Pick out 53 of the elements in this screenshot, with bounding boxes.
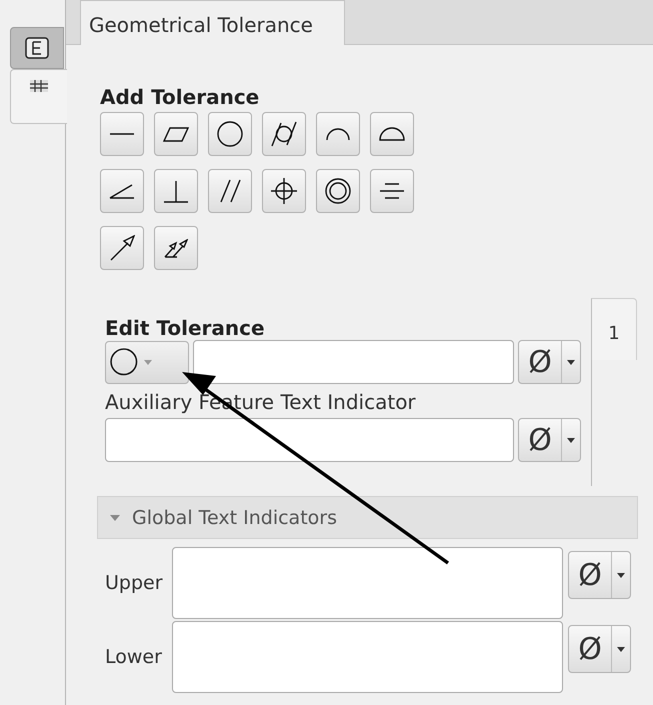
- position-icon: [270, 177, 298, 205]
- cylindricity-icon: [271, 121, 297, 147]
- text-input-field[interactable]: [172, 547, 563, 619]
- collapse-icon[interactable]: [110, 514, 120, 520]
- tolerance-symbol-button[interactable]: [208, 169, 252, 213]
- side-tab[interactable]: [10, 27, 64, 69]
- parallelism-icon: [220, 179, 240, 203]
- diameter-button[interactable]: Ø: [518, 340, 581, 384]
- circular-runout-icon: [110, 235, 134, 261]
- section-title: Add Tolerance: [100, 85, 260, 108]
- circularity-icon: [110, 348, 138, 376]
- caret-icon: [567, 360, 575, 364]
- auxiliary-input-field[interactable]: [105, 418, 514, 462]
- tolerance-symbol-button[interactable]: [154, 169, 198, 213]
- tolerance-symbol-button[interactable]: [208, 112, 252, 156]
- profile-line-icon: [326, 128, 350, 140]
- tolerance-symbol-button[interactable]: [154, 226, 198, 270]
- tree-icon: [25, 37, 49, 59]
- caret-icon: [144, 360, 152, 364]
- angularity-icon: [109, 184, 135, 198]
- circularity-icon: [217, 121, 243, 147]
- tolerance-symbol-button[interactable]: [262, 169, 306, 213]
- tolerance-symbol-button[interactable]: [370, 112, 414, 156]
- profile-surface-icon: [379, 127, 405, 141]
- tolerance-input-field[interactable]: [192, 340, 514, 384]
- flatness-icon: [163, 126, 189, 142]
- section-title: Edit Tolerance: [105, 316, 266, 339]
- caret-icon: [617, 646, 625, 652]
- caret-icon: [617, 572, 625, 578]
- text-input-field[interactable]: [172, 621, 563, 693]
- tolerance-symbol-button[interactable]: [316, 112, 360, 156]
- diameter-button[interactable]: Ø: [568, 625, 631, 673]
- section-header[interactable]: Global Text Indicators: [97, 496, 638, 539]
- total-runout-icon: [164, 238, 188, 258]
- tolerance-symbol-button[interactable]: [370, 169, 414, 213]
- concentricity-icon: [325, 178, 351, 204]
- tolerance-symbol-button[interactable]: [154, 112, 198, 156]
- field-label: Lower: [105, 645, 163, 668]
- tolerance-symbol-button[interactable]: [262, 112, 306, 156]
- diameter-button[interactable]: Ø: [518, 418, 581, 462]
- perpendicularity-icon: [163, 180, 189, 202]
- field-label: Upper: [105, 571, 164, 594]
- header-title: Global Text Indicators: [132, 506, 337, 528]
- tab[interactable]: Geometrical Tolerance: [80, 0, 345, 45]
- caret-icon: [567, 438, 575, 442]
- table-icon: [30, 80, 48, 92]
- tolerance-symbol-button[interactable]: [316, 169, 360, 213]
- symbol-dropdown[interactable]: [105, 340, 189, 384]
- tolerance-symbol-button[interactable]: [100, 169, 144, 213]
- tolerance-symbol-button[interactable]: [100, 226, 144, 270]
- symmetry-icon: [379, 183, 405, 199]
- diameter-button[interactable]: Ø: [568, 551, 631, 599]
- page-tab[interactable]: 1: [591, 298, 637, 360]
